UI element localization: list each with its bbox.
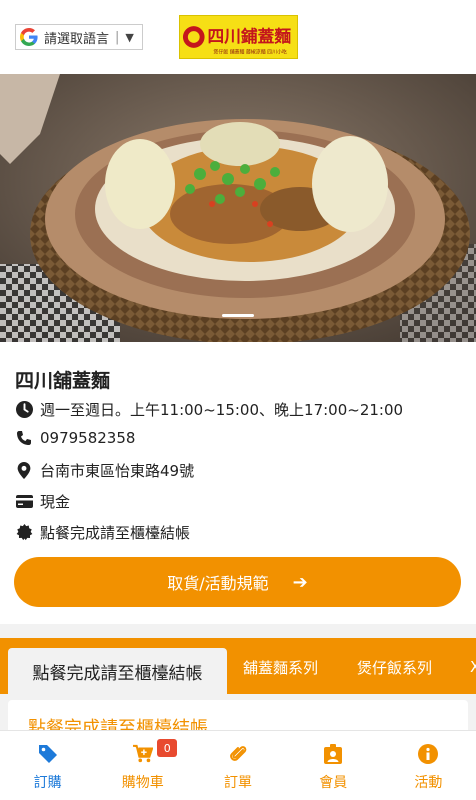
nav-events[interactable]: 活動 (381, 731, 476, 800)
logo-graphic: 四川鋪蓋麵 煲仔飯 鋪蓋麵 藤椒涼麵 四川小吃 (180, 16, 297, 58)
store-logo[interactable]: 四川鋪蓋麵 煲仔飯 鋪蓋麵 藤椒涼麵 四川小吃 (179, 15, 298, 59)
phone-icon (15, 429, 33, 447)
language-select[interactable]: 請選取語言 | ▼ (15, 24, 143, 50)
checkout-note: 點餐完成請至櫃檯結帳 (40, 524, 191, 542)
arrow-right-icon: ➔ (292, 571, 308, 593)
note-row: 點餐完成請至櫃檯結帳 (15, 522, 190, 543)
map-pin-icon (15, 462, 33, 480)
nav-cart-label: 購物車 (121, 775, 164, 791)
certificate-icon (15, 524, 33, 542)
svg-text:四川鋪蓋麵: 四川鋪蓋麵 (208, 26, 292, 46)
svg-text:煲仔飯 鋪蓋麵 藤椒涼麵 四川小吃: 煲仔飯 鋪蓋麵 藤椒涼麵 四川小吃 (213, 49, 286, 56)
paperclip-icon (228, 744, 248, 764)
store-info-panel: 四川舖蓋麵 週一至週日。上午11:00~15:00、晚上17:00~21:00 … (0, 342, 476, 624)
member-badge-icon (323, 744, 343, 764)
cart-count-badge: 0 (157, 739, 178, 757)
nav-cart[interactable]: 購物車 0 (95, 731, 190, 800)
divider: | (115, 29, 120, 45)
carousel-indicator[interactable] (222, 314, 254, 317)
category-tabs: 點餐完成請至櫃檯結帳 舖蓋麵系列 煲仔飯系列 X (0, 638, 476, 694)
phone-row[interactable]: 0979582358 (15, 429, 135, 447)
clay-pot-rice-photo (0, 74, 476, 342)
tab-noodle-series[interactable]: 舖蓋麵系列 (243, 646, 318, 688)
tab-checkout-note[interactable]: 點餐完成請至櫃檯結帳 (8, 648, 227, 694)
store-phone: 0979582358 (40, 429, 136, 447)
google-icon (20, 28, 38, 46)
nav-member[interactable]: 會員 (286, 731, 381, 800)
hours-row: 週一至週日。上午11:00~15:00、晚上17:00~21:00 (15, 399, 403, 420)
cart-icon (132, 744, 153, 764)
store-hours: 週一至週日。上午11:00~15:00、晚上17:00~21:00 (40, 401, 404, 419)
nav-member-label: 會員 (319, 775, 348, 791)
credit-card-icon (15, 493, 33, 511)
clock-icon (15, 401, 33, 419)
nav-order-label: 訂購 (33, 775, 62, 791)
pickup-rules-button[interactable]: 取貨/活動規範 ➔ (14, 557, 461, 607)
tab-more[interactable]: X (470, 646, 476, 688)
tab-claypot-rice-series[interactable]: 煲仔飯系列 (357, 646, 432, 688)
payment-row: 現金 (15, 491, 70, 512)
store-address: 台南市東區怡東路49號 (40, 462, 195, 480)
pickup-rules-label: 取貨/活動規範 (167, 574, 269, 593)
store-name: 四川舖蓋麵 (15, 370, 111, 392)
top-bar: 請選取語言 | ▼ 四川鋪蓋麵 煲仔飯 鋪蓋麵 藤椒涼麵 四川小吃 (0, 0, 476, 74)
nav-order[interactable]: 訂購 (0, 731, 95, 800)
nav-orders-label: 訂單 (224, 775, 252, 791)
language-label: 請選取語言 (44, 31, 110, 47)
info-icon (418, 744, 439, 764)
hero-image (0, 74, 476, 342)
payment-method: 現金 (40, 493, 71, 511)
chevron-down-icon: ▼ (125, 30, 134, 44)
address-row[interactable]: 台南市東區怡東路49號 (15, 460, 194, 481)
nav-orders[interactable]: 訂單 (190, 731, 285, 800)
tag-icon (38, 744, 58, 764)
nav-events-label: 活動 (414, 775, 443, 791)
bottom-nav: 訂購 購物車 0 訂單 會員 活動 (0, 730, 476, 800)
